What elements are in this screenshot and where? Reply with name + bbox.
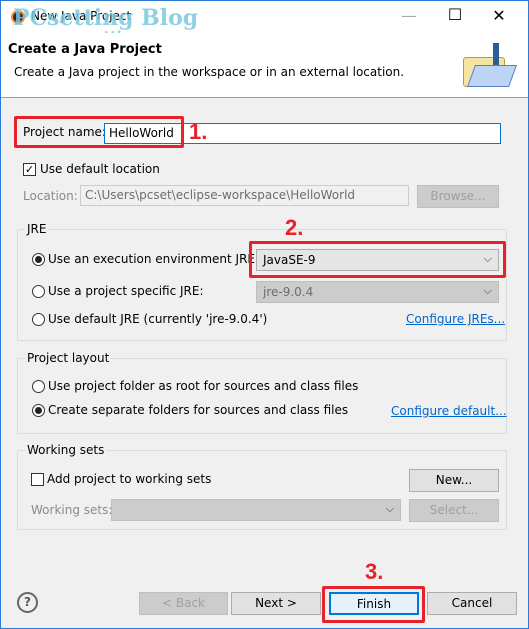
working-sets-label: Working sets: xyxy=(31,503,113,517)
help-button[interactable]: ? xyxy=(17,592,38,613)
execution-env-radio[interactable] xyxy=(32,253,45,266)
annotation-step-2: 2. xyxy=(285,215,304,240)
separate-folders-label: Create separate folders for sources and … xyxy=(48,403,349,417)
execution-env-label: Use an execution environment JRE: xyxy=(48,252,260,266)
chevron-down-icon: ⌵ xyxy=(385,502,394,515)
default-jre-radio[interactable] xyxy=(32,313,45,326)
use-default-location-label: Use default location xyxy=(40,162,160,176)
minimize-button[interactable]: — xyxy=(389,6,429,25)
jre-legend: JRE xyxy=(25,222,49,236)
project-specific-jre-radio[interactable] xyxy=(32,285,45,298)
project-folder-root-label: Use project folder as root for sources a… xyxy=(48,379,359,393)
configure-jres-link[interactable]: Configure JREs... xyxy=(406,312,505,326)
project-layout-legend: Project layout xyxy=(25,351,112,365)
annotation-box-3 xyxy=(322,586,425,623)
annotation-step-3: 3. xyxy=(365,559,384,584)
working-sets-legend: Working sets xyxy=(25,443,107,457)
chevron-down-icon: ⌵ xyxy=(483,284,492,297)
location-label: Location: xyxy=(23,189,78,203)
working-sets-select[interactable]: ⌵ xyxy=(111,499,401,521)
page-description: Create a Java project in the workspace o… xyxy=(14,65,405,79)
project-specific-jre-value: jre-9.0.4 xyxy=(263,285,314,299)
location-input[interactable]: C:\Users\pcset\eclipse-workspace\HelloWo… xyxy=(80,185,409,206)
separate-folders-radio[interactable] xyxy=(32,404,45,417)
close-button[interactable]: ✕ xyxy=(479,6,519,25)
cancel-button[interactable]: Cancel xyxy=(427,592,517,615)
annotation-box-1 xyxy=(14,116,184,148)
use-default-location-checkbox[interactable]: ✓ xyxy=(23,163,36,176)
folder-icon xyxy=(463,43,518,87)
annotation-step-1: 1. xyxy=(189,119,208,144)
browse-button[interactable]: Browse... xyxy=(417,185,499,208)
project-folder-root-radio[interactable] xyxy=(32,380,45,393)
title-bar: New Java Project PCsetting Blog www.pcse… xyxy=(1,1,528,45)
project-layout-group xyxy=(17,358,507,434)
wizard-header: Create a Java Project Create a Java proj… xyxy=(1,33,528,98)
new-working-set-button[interactable]: New... xyxy=(409,469,499,492)
add-to-working-sets-checkbox[interactable] xyxy=(31,473,44,486)
next-button[interactable]: Next > xyxy=(231,592,321,615)
default-jre-label: Use default JRE (currently 'jre-9.0.4') xyxy=(48,312,268,326)
maximize-button[interactable]: ☐ xyxy=(435,5,475,24)
configure-default-link[interactable]: Configure default... xyxy=(391,404,507,418)
add-to-working-sets-label: Add project to working sets xyxy=(47,472,212,486)
new-java-project-dialog: New Java Project PCsetting Blog www.pcse… xyxy=(0,0,529,629)
page-title: Create a Java Project xyxy=(8,42,162,57)
select-working-sets-button[interactable]: Select... xyxy=(409,499,499,522)
back-button[interactable]: < Back xyxy=(139,592,228,615)
annotation-box-2 xyxy=(249,241,506,278)
project-specific-jre-label: Use a project specific JRE: xyxy=(48,284,204,298)
project-specific-jre-select[interactable]: jre-9.0.4 ⌵ xyxy=(256,281,499,303)
watermark-logo: PCsetting Blog xyxy=(13,5,199,31)
